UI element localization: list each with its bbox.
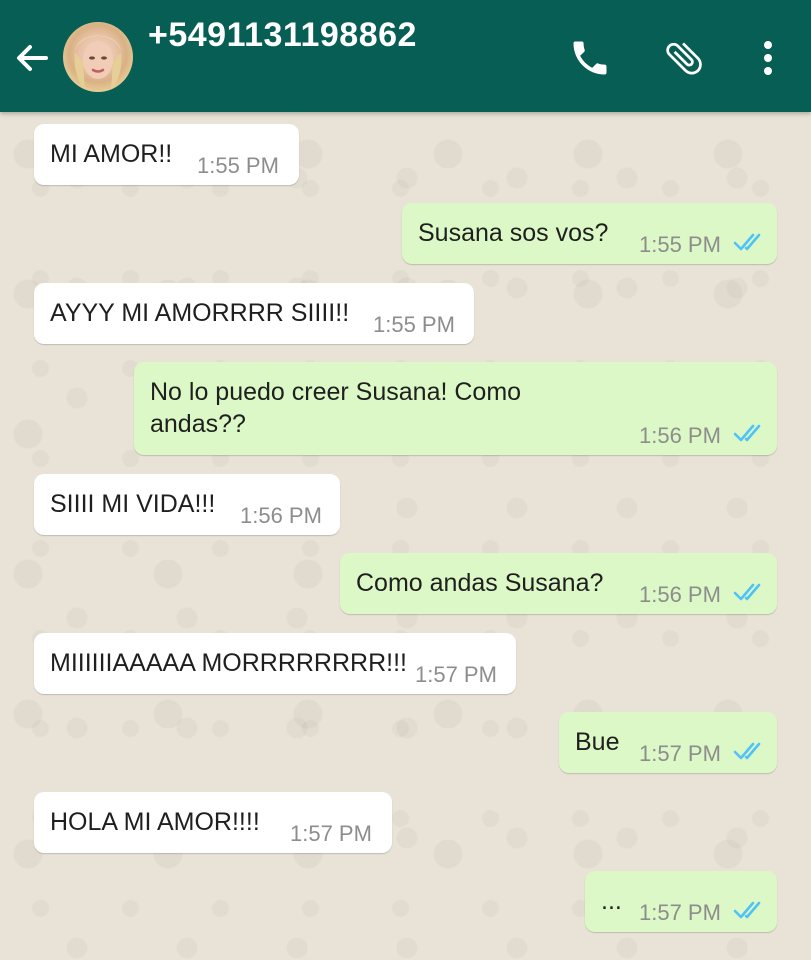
- message-outgoing[interactable]: ... 1:57 PM: [585, 871, 777, 932]
- message-text: MIIIIIIAAAAA MORRRRRRRR!!!: [50, 649, 407, 677]
- message-incoming[interactable]: HOLA MI AMOR!!!! 1:57 PM: [34, 792, 392, 853]
- more-options-button[interactable]: [746, 36, 790, 80]
- message-time: 1:57 PM: [290, 821, 372, 846]
- message-time: 1:56 PM: [639, 423, 721, 448]
- message-time: 1:56 PM: [240, 503, 322, 528]
- message-text: ...: [601, 887, 622, 915]
- message-incoming[interactable]: AYYY MI AMORRRR SIIII!! 1:55 PM: [34, 283, 474, 344]
- arrow-left-icon: [17, 45, 48, 71]
- message-outgoing[interactable]: Bue 1:57 PM: [559, 712, 777, 773]
- message-text: Como andas Susana?: [356, 569, 604, 597]
- message-incoming[interactable]: SIIII MI VIDA!!! 1:56 PM: [34, 474, 340, 535]
- contact-avatar[interactable]: [63, 22, 133, 92]
- message-text: MI AMOR!!: [50, 140, 173, 168]
- message-time: 1:55 PM: [197, 153, 279, 178]
- message-incoming[interactable]: MI AMOR!! 1:55 PM: [34, 124, 299, 185]
- message-time: 1:55 PM: [639, 232, 721, 257]
- message-time: 1:57 PM: [639, 741, 721, 766]
- message-text: No lo puedo creer Susana! Como andas??: [150, 378, 522, 438]
- back-button[interactable]: [12, 38, 52, 78]
- message-outgoing[interactable]: Susana sos vos? 1:55 PM: [402, 203, 777, 264]
- message-outgoing[interactable]: No lo puedo creer Susana! Como andas?? 1…: [134, 362, 777, 455]
- message-outgoing[interactable]: Como andas Susana? 1:56 PM: [340, 553, 777, 614]
- double-check-icon: [733, 583, 761, 601]
- more-vertical-icon: [764, 41, 772, 75]
- call-button[interactable]: [568, 36, 612, 80]
- message-time: 1:56 PM: [639, 582, 721, 607]
- double-check-icon: [733, 233, 761, 251]
- double-check-icon: [733, 424, 761, 442]
- message-text: AYYY MI AMORRRR SIIII!!: [50, 299, 350, 327]
- attach-button[interactable]: [662, 36, 706, 80]
- message-text: Susana sos vos?: [418, 219, 609, 247]
- double-check-icon: [733, 901, 761, 919]
- message-text: SIIII MI VIDA!!!: [50, 490, 216, 518]
- message-time: 1:55 PM: [373, 312, 455, 337]
- contact-phone-number[interactable]: +5491131198862: [148, 16, 417, 55]
- message-incoming[interactable]: MIIIIIIAAAAA MORRRRRRRR!!! 1:57 PM: [34, 633, 516, 694]
- chat-header: +5491131198862: [0, 0, 811, 112]
- message-time: 1:57 PM: [415, 662, 497, 687]
- message-text: Bue: [575, 728, 620, 756]
- double-check-icon: [733, 742, 761, 760]
- message-text: HOLA MI AMOR!!!!: [50, 808, 260, 836]
- message-time: 1:57 PM: [639, 900, 721, 925]
- paperclip-icon: [666, 42, 702, 75]
- phone-icon: [573, 41, 607, 75]
